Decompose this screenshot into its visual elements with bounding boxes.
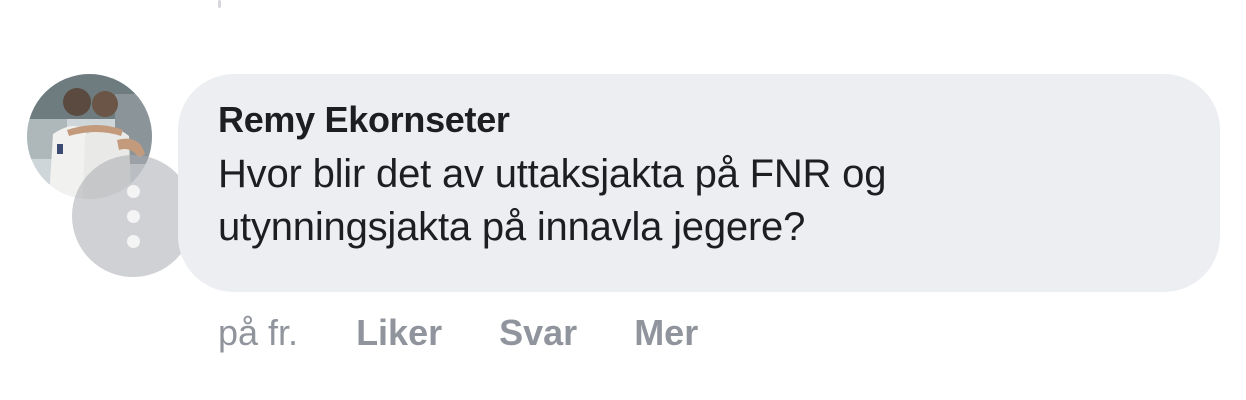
like-button[interactable]: Liker bbox=[356, 312, 442, 354]
reply-button[interactable]: Svar bbox=[499, 312, 577, 354]
more-vertical-icon bbox=[127, 185, 140, 198]
comment-author-name[interactable]: Remy Ekornseter bbox=[218, 98, 1190, 142]
more-vertical-icon-dot bbox=[127, 235, 140, 248]
comment-actions: på fr. Liker Svar Mer bbox=[218, 308, 755, 358]
comment-timestamp[interactable]: på fr. bbox=[218, 312, 298, 354]
comment-text: Hvor blir det av uttaksjakta på FNR og u… bbox=[218, 152, 887, 249]
more-vertical-icon-dot bbox=[127, 210, 140, 223]
comment-bubble: Remy Ekornseter Hvor blir det av uttaksj… bbox=[178, 74, 1220, 292]
more-options-button[interactable] bbox=[72, 155, 194, 277]
thread-connector-line bbox=[218, 0, 221, 8]
more-button[interactable]: Mer bbox=[634, 312, 698, 354]
